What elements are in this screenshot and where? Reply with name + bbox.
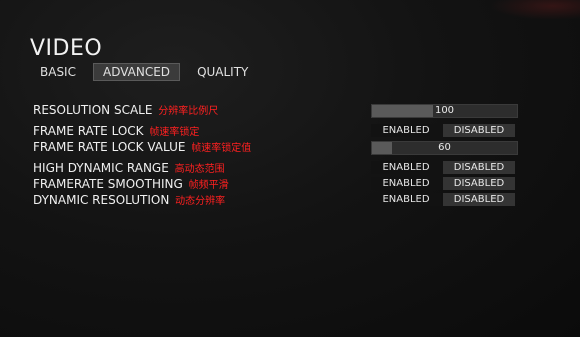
annotation-text: 动态分辨率 xyxy=(175,196,226,207)
tab-bar: BASIC ADVANCED QUALITY xyxy=(31,63,257,81)
frame-rate-lock-toggle: ENABLED DISABLED xyxy=(371,124,517,137)
tab-quality[interactable]: QUALITY xyxy=(188,63,257,81)
setting-frame-rate-lock: FRAME RATE LOCK 帧速率锁定 xyxy=(33,123,199,139)
annotation-text: 帧频平滑 xyxy=(188,180,229,191)
setting-label: HIGH DYNAMIC RANGE xyxy=(33,161,169,175)
option-enabled[interactable]: ENABLED xyxy=(371,177,441,190)
option-disabled[interactable]: DISABLED xyxy=(443,124,515,137)
high-dynamic-range-toggle: ENABLED DISABLED xyxy=(371,161,517,174)
option-enabled[interactable]: ENABLED xyxy=(371,161,441,174)
setting-label: DYNAMIC RESOLUTION xyxy=(33,193,170,207)
annotation-text: 帧速率锁定值 xyxy=(191,143,252,154)
dynamic-resolution-toggle: ENABLED DISABLED xyxy=(371,193,517,206)
tab-advanced[interactable]: ADVANCED xyxy=(92,63,181,81)
tab-basic[interactable]: BASIC xyxy=(31,63,85,81)
option-enabled[interactable]: ENABLED xyxy=(371,124,441,137)
framerate-smoothing-toggle: ENABLED DISABLED xyxy=(371,177,517,190)
annotation-text: 高动态范围 xyxy=(174,164,225,175)
setting-frame-rate-lock-value: FRAME RATE LOCK VALUE 帧速率锁定值 xyxy=(33,139,251,155)
slider-value: 100 xyxy=(434,105,455,116)
setting-framerate-smoothing: FRAMERATE SMOOTHING 帧频平滑 xyxy=(33,176,229,192)
frame-rate-lock-value-slider[interactable]: 60 xyxy=(371,141,518,155)
option-disabled[interactable]: DISABLED xyxy=(443,161,515,174)
setting-high-dynamic-range: HIGH DYNAMIC RANGE 高动态范围 xyxy=(33,160,225,176)
setting-label: RESOLUTION SCALE xyxy=(33,103,153,117)
page-title: VIDEO xyxy=(30,36,103,61)
annotation-text: 分辨率比例尺 xyxy=(158,106,219,117)
option-enabled[interactable]: ENABLED xyxy=(371,193,441,206)
setting-dynamic-resolution: DYNAMIC RESOLUTION 动态分辨率 xyxy=(33,192,225,208)
setting-label: FRAME RATE LOCK xyxy=(33,124,144,138)
background-glow xyxy=(490,0,580,20)
option-disabled[interactable]: DISABLED xyxy=(443,193,515,206)
annotation-text: 帧速率锁定 xyxy=(149,127,200,138)
setting-label: FRAME RATE LOCK VALUE xyxy=(33,140,186,154)
slider-value: 60 xyxy=(438,142,451,153)
option-disabled[interactable]: DISABLED xyxy=(443,177,515,190)
setting-label: FRAMERATE SMOOTHING xyxy=(33,177,183,191)
setting-resolution-scale: RESOLUTION SCALE 分辨率比例尺 xyxy=(33,102,218,118)
resolution-scale-slider[interactable]: 100 xyxy=(371,104,518,118)
